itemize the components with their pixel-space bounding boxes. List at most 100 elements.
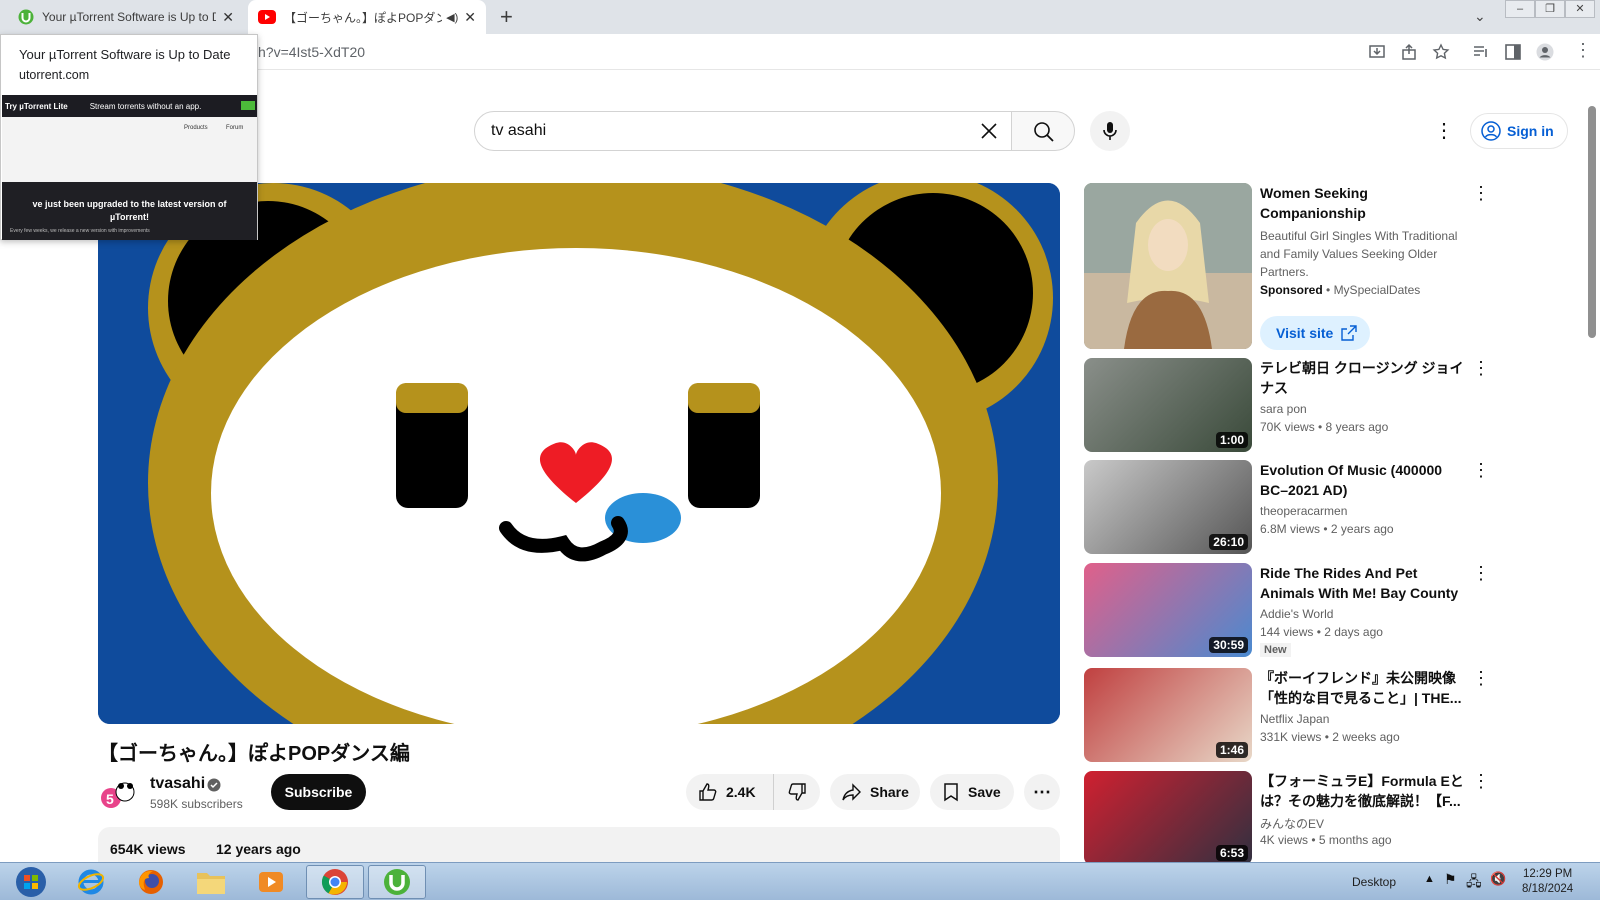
close-icon[interactable]: ✕ xyxy=(222,9,234,26)
recommendation-channel[interactable]: みんなのEV xyxy=(1260,815,1324,832)
chevron-up-icon[interactable]: ▲ xyxy=(1424,873,1435,885)
chevron-down-icon[interactable]: ⌄ xyxy=(1474,8,1486,25)
ad-thumbnail[interactable] xyxy=(1084,183,1252,349)
scrollbar[interactable] xyxy=(1588,106,1596,338)
recommendation-menu-icon[interactable]: ⋮ xyxy=(1472,668,1490,689)
recommendation-menu-icon[interactable]: ⋮ xyxy=(1472,563,1490,584)
taskbar-chrome[interactable] xyxy=(306,865,364,899)
video-recommendation[interactable]: 30:59 Ride The Rides And Pet Animals With… xyxy=(1084,563,1490,657)
recommendation-meta: 70K views • 8 years ago xyxy=(1260,420,1389,434)
speaker-icon[interactable]: ◀) xyxy=(446,11,458,24)
reading-list-icon[interactable] xyxy=(1472,43,1490,61)
desktop-toolbar-label[interactable]: Desktop xyxy=(1352,875,1396,889)
tab-youtube[interactable]: 【ゴーちゃん。】ぽよPOPダンス編 ◀) ✕ xyxy=(248,0,486,34)
recommendation-channel[interactable]: Addie's World xyxy=(1260,607,1333,621)
search-box[interactable]: tv asahi xyxy=(474,111,1012,151)
folder-icon xyxy=(197,873,225,894)
taskbar-firefox[interactable] xyxy=(122,865,180,899)
ad-image xyxy=(1084,183,1252,349)
sign-in-button[interactable]: Sign in xyxy=(1470,113,1568,149)
visit-site-button[interactable]: Visit site xyxy=(1260,316,1370,350)
restore-button[interactable]: ❐ xyxy=(1535,0,1565,18)
install-icon[interactable] xyxy=(1368,43,1386,61)
video-recommendation[interactable]: 6:53 【フォーミュラE】Formula Eとは？その魅力を徹底解説！【F...… xyxy=(1084,771,1490,865)
thumb-upgrade-small: Every few weeks, we release a new versio… xyxy=(10,228,150,234)
recommendation-thumbnail[interactable]: 1:46 xyxy=(1084,668,1252,762)
recommendation-title[interactable]: 【フォーミュラE】Formula Eとは？その魅力を徹底解説！【F... xyxy=(1260,771,1470,811)
ad-card[interactable]: Women Seeking Companionship Beautiful Gi… xyxy=(1084,183,1490,350)
subscribe-button[interactable]: Subscribe xyxy=(271,774,366,810)
settings-menu-icon[interactable]: ⋮ xyxy=(1434,118,1454,143)
more-actions-button[interactable]: ⋯ xyxy=(1024,774,1060,810)
flag-icon[interactable]: ⚑ xyxy=(1444,871,1457,888)
recommendation-menu-icon[interactable]: ⋮ xyxy=(1472,771,1490,792)
ad-title[interactable]: Women Seeking Companionship xyxy=(1260,183,1470,223)
subscriber-count: 598K subscribers xyxy=(150,797,243,811)
tab-utorrent[interactable]: Your µTorrent Software is Up to D ✕ xyxy=(8,0,244,34)
ad-menu-icon[interactable]: ⋮ xyxy=(1472,183,1490,204)
like-button[interactable]: 2.4K xyxy=(686,774,774,810)
recommendation-title[interactable]: Evolution Of Music (400000 BC–2021 AD) xyxy=(1260,460,1470,500)
minimize-button[interactable]: – xyxy=(1505,0,1535,18)
share-icon[interactable] xyxy=(1400,43,1418,61)
recommendation-title[interactable]: Ride The Rides And Pet Animals With Me! … xyxy=(1260,563,1470,603)
video-player[interactable] xyxy=(98,183,1060,724)
system-clock[interactable]: 12:29 PM 8/18/2024 xyxy=(1522,867,1573,897)
new-tab-button[interactable]: + xyxy=(500,4,513,30)
windows-start-icon xyxy=(16,867,46,897)
recommendation-meta: 4K views • 5 months ago xyxy=(1260,833,1392,847)
search-button[interactable] xyxy=(1011,111,1075,151)
url-text[interactable]: h?v=4Ist5-XdT20 xyxy=(258,44,365,60)
recommendation-menu-icon[interactable]: ⋮ xyxy=(1472,358,1490,379)
clear-search-icon[interactable] xyxy=(979,121,999,141)
taskbar-media-player[interactable] xyxy=(242,865,300,899)
video-recommendation[interactable]: 1:00 テレビ朝日 クロージング ジョイナス sara pon 70K views … xyxy=(1084,358,1490,452)
recommendation-thumbnail[interactable]: 1:00 xyxy=(1084,358,1252,452)
taskbar-utorrent[interactable] xyxy=(368,865,426,899)
recommendation-thumbnail[interactable]: 6:53 xyxy=(1084,771,1252,865)
recommendation-title[interactable]: 『ボーイフレンド』未公開映像「性的な目で見ること」| THE... xyxy=(1260,668,1470,708)
close-icon[interactable]: ✕ xyxy=(464,9,476,26)
search-input[interactable]: tv asahi xyxy=(491,122,546,140)
dislike-button[interactable] xyxy=(774,774,820,810)
taskbar-internet-explorer[interactable] xyxy=(62,865,120,899)
verified-icon xyxy=(207,778,221,792)
channel-avatar[interactable]: 5 xyxy=(98,776,138,816)
recommendation-channel[interactable]: theoperacarmen xyxy=(1260,504,1347,518)
browser-tabstrip: Your µTorrent Software is Up to D ✕ 【ゴーち… xyxy=(0,0,1600,34)
clock-date: 8/18/2024 xyxy=(1522,883,1574,895)
description-box[interactable]: 654K views 12 years ago xyxy=(98,827,1060,867)
recommendation-channel[interactable]: sara pon xyxy=(1260,402,1307,416)
volume-muted-icon[interactable]: 🔇 xyxy=(1490,871,1506,887)
star-icon[interactable] xyxy=(1432,43,1450,61)
close-window-button[interactable]: ✕ xyxy=(1565,0,1595,18)
share-arrow-icon xyxy=(842,783,861,801)
external-link-icon xyxy=(1341,325,1358,341)
recommendation-title[interactable]: テレビ朝日 クロージング ジョイナス xyxy=(1260,358,1470,398)
share-label: Share xyxy=(870,784,909,800)
network-icon[interactable]: 🖧 xyxy=(1466,871,1482,895)
voice-search-button[interactable] xyxy=(1090,111,1130,151)
account-icon xyxy=(1481,121,1501,141)
recommendation-meta: 6.8M views • 2 years ago xyxy=(1260,522,1394,536)
thumbs-up-icon xyxy=(699,783,717,801)
menu-icon[interactable]: ⋮ xyxy=(1574,40,1592,61)
recommendation-thumbnail[interactable]: 30:59 xyxy=(1084,563,1252,657)
view-count: 654K views xyxy=(110,841,186,857)
video-recommendation[interactable]: 1:46 『ボーイフレンド』未公開映像「性的な目で見ること」| THE... Net… xyxy=(1084,668,1490,762)
visit-site-label: Visit site xyxy=(1276,325,1334,341)
channel-name[interactable]: tvasahi xyxy=(150,775,205,793)
start-button[interactable] xyxy=(2,865,60,899)
duration-badge: 26:10 xyxy=(1209,534,1248,550)
share-button[interactable]: Share xyxy=(830,774,920,810)
recommendation-thumbnail[interactable]: 26:10 xyxy=(1084,460,1252,554)
video-recommendation[interactable]: 26:10 Evolution Of Music (400000 BC–2021 … xyxy=(1084,460,1490,554)
thumb-green-button xyxy=(241,101,255,110)
channel-logo: 5 xyxy=(98,776,138,816)
recommendation-menu-icon[interactable]: ⋮ xyxy=(1472,460,1490,481)
recommendation-channel[interactable]: Netflix Japan xyxy=(1260,712,1329,726)
save-button[interactable]: Save xyxy=(930,774,1014,810)
side-panel-icon[interactable] xyxy=(1504,43,1522,61)
taskbar-file-explorer[interactable] xyxy=(182,865,240,899)
profile-icon[interactable] xyxy=(1536,43,1554,61)
